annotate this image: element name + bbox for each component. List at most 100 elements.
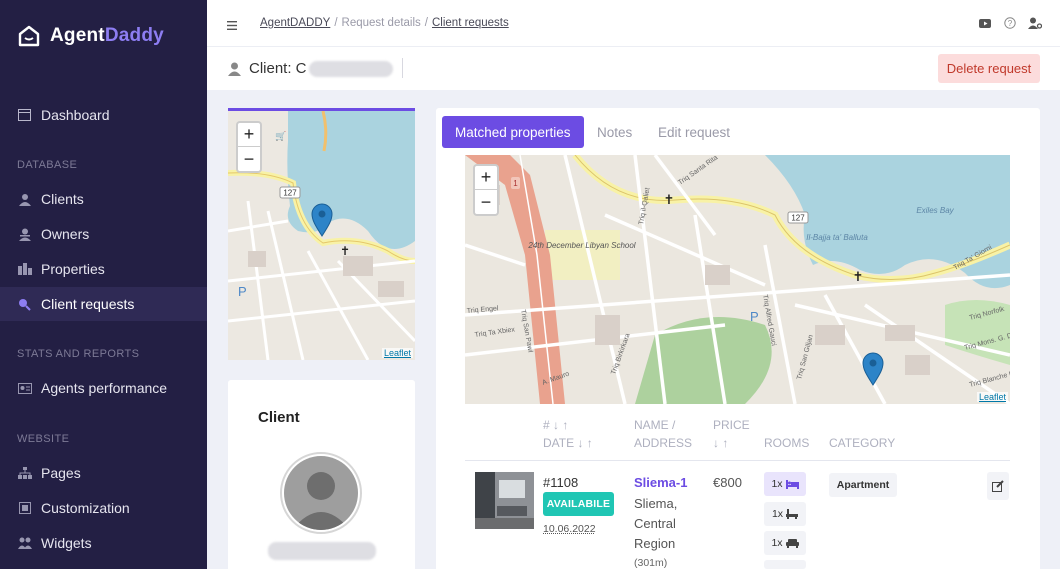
leaflet-attribution-link[interactable]: Leaflet <box>976 392 1008 402</box>
youtube-icon[interactable] <box>978 16 992 30</box>
zoom-in-button[interactable]: + <box>238 123 260 147</box>
svg-text:🛒: 🛒 <box>275 130 286 141</box>
property-thumbnail[interactable] <box>475 472 534 529</box>
category-badge: Apartment <box>829 473 897 497</box>
svg-text:✝: ✝ <box>664 192 675 207</box>
client-card-heading: Client <box>258 409 300 426</box>
mini-map[interactable]: 127 P ✝ 🛒 + − Leaflet <box>228 108 415 360</box>
sidebar-item-label: Pages <box>41 465 81 481</box>
house-icon <box>18 25 40 47</box>
column-header-id[interactable]: # ↓ ↑ DATE ↓ ↑ <box>543 416 593 452</box>
map-pin-icon[interactable] <box>862 352 884 386</box>
map-pin-icon[interactable] <box>311 203 333 237</box>
map-bay-small-label: Il-Bajja ta' Balluta <box>806 233 868 242</box>
page-title-text: Client: C <box>249 60 307 77</box>
client-card: Client <box>228 380 415 569</box>
sidebar-item-label: Clients <box>41 191 84 207</box>
zoom-out-button[interactable]: − <box>475 190 497 214</box>
edit-property-button[interactable] <box>987 472 1009 500</box>
building-icon <box>17 262 32 277</box>
delete-request-button[interactable]: Delete request <box>938 54 1040 83</box>
map-school-label: 24th December Libyan School <box>527 241 635 250</box>
top-icons: ? <box>978 16 1042 30</box>
sofa-icon <box>785 538 799 548</box>
tab-edit-request[interactable]: Edit request <box>658 116 730 148</box>
room-badge-living: 1x <box>764 531 806 555</box>
table-header-divider <box>465 460 1010 461</box>
zoom-in-button[interactable]: + <box>475 166 497 190</box>
column-header-name: NAME / ADDRESS <box>634 418 693 450</box>
room-badge-bathrooms: 1x <box>764 502 806 526</box>
sidebar-item-dashboard[interactable]: Dashboard <box>0 98 207 132</box>
leaflet-attribution-link[interactable]: Leaflet <box>381 348 413 358</box>
column-header-category: CATEGORY <box>829 436 896 450</box>
sidebar-item-agents-performance[interactable]: Agents performance <box>0 371 207 405</box>
property-address: Sliema, Central Region <box>634 496 678 551</box>
property-distance: (301m) <box>634 557 668 569</box>
sidebar-item-label: Client requests <box>41 296 135 312</box>
hamburger-menu-icon[interactable] <box>227 17 237 35</box>
help-icon[interactable]: ? <box>1003 16 1017 30</box>
palette-icon <box>17 501 32 516</box>
redacted-client-name <box>268 542 376 560</box>
bed-icon <box>785 479 799 489</box>
sidebar-item-label: Customization <box>41 500 130 516</box>
sidebar-item-label: Dashboard <box>41 107 110 123</box>
brand-name-part1: Agent <box>50 25 105 46</box>
avatar <box>280 452 362 534</box>
property-name-link[interactable]: Sliema-1 <box>634 475 687 490</box>
sitemap-icon <box>17 466 32 481</box>
svg-text:?: ? <box>1008 19 1013 28</box>
tab-notes[interactable]: Notes <box>597 116 632 148</box>
sidebar-item-owners[interactable]: Owners <box>0 217 207 251</box>
breadcrumb-middle: Request details <box>341 17 421 29</box>
breadcrumb: AgentDADDY / Request details / Client reques… <box>260 17 509 29</box>
map-route-label: 127 <box>791 214 805 223</box>
sidebar-item-clients[interactable]: Clients <box>0 182 207 216</box>
sidebar-item-client-requests[interactable]: Client requests <box>0 287 207 321</box>
sidebar-item-label: Widgets <box>41 535 92 551</box>
brand-name-part2: Daddy <box>104 25 164 46</box>
map-zoom-control: + − <box>473 164 499 216</box>
sidebar-item-customization[interactable]: Customization <box>0 491 207 525</box>
section-stats: STATS AND REPORTS <box>17 348 140 360</box>
sidebar-item-label: Properties <box>41 261 105 277</box>
user-icon <box>17 192 32 207</box>
svg-text:P: P <box>238 284 247 299</box>
avatar-silhouette-icon <box>284 456 358 530</box>
property-price: €800 <box>713 475 742 490</box>
column-header-rooms: ROOMS <box>764 436 810 450</box>
id-card-icon <box>17 381 32 396</box>
property-id: #1108 <box>543 475 579 490</box>
property-date: 10.06.2022 <box>543 523 596 535</box>
dashboard-icon <box>17 108 32 123</box>
svg-text:✝: ✝ <box>340 244 350 258</box>
svg-text:✝: ✝ <box>853 269 864 284</box>
header-divider <box>402 58 403 78</box>
room-badge-more <box>764 560 806 569</box>
column-header-price[interactable]: PRICE ↓ ↑ <box>713 416 750 452</box>
room-badge-bedrooms: 1x <box>764 472 806 496</box>
breadcrumb-current-link[interactable]: Client requests <box>432 17 509 29</box>
search-user-icon <box>17 297 32 312</box>
svg-text:1: 1 <box>513 179 518 188</box>
section-website: WEBSITE <box>17 433 70 445</box>
brand-logo[interactable]: Agent Daddy <box>17 24 164 48</box>
matched-properties-map[interactable]: 127 24th December Libyan School Exiles B… <box>465 155 1010 404</box>
client-icon <box>228 62 241 76</box>
status-badge: AVAILABILE <box>543 492 614 516</box>
sidebar-item-label: Agents performance <box>41 380 168 396</box>
user-settings-icon[interactable] <box>1028 16 1042 30</box>
redacted-name <box>308 60 393 77</box>
breadcrumb-home-link[interactable]: AgentDADDY <box>260 17 330 29</box>
sidebar-item-label: Owners <box>41 226 90 242</box>
section-database: DATABASE <box>17 159 78 171</box>
sidebar-item-widgets[interactable]: Widgets <box>0 526 207 560</box>
map-route-label: 127 <box>283 189 297 198</box>
zoom-out-button[interactable]: − <box>238 147 260 171</box>
sidebar-item-pages[interactable]: Pages <box>0 456 207 490</box>
mini-map-zoom-control: + − <box>236 121 262 173</box>
sidebar-item-properties[interactable]: Properties <box>0 252 207 286</box>
tab-matched-properties[interactable]: Matched properties <box>442 116 584 148</box>
sidebar: Agent Daddy Dashboard DATABASE Clients Ow… <box>0 0 207 569</box>
